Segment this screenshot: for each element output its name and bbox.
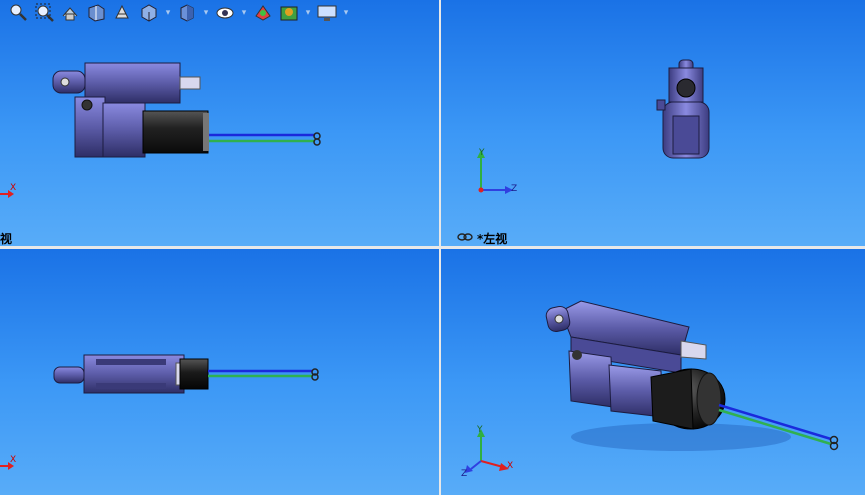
triad-x-label: X: [10, 455, 17, 465]
dropdown-arrow-icon[interactable]: ▾: [164, 8, 172, 18]
dropdown-arrow-icon[interactable]: ▾: [240, 8, 248, 18]
display-style-icon[interactable]: [176, 2, 198, 24]
actuator-model-isometric-view[interactable]: [541, 297, 846, 457]
view-orientation-icon[interactable]: [138, 2, 160, 24]
triad-x-label: X: [507, 461, 514, 471]
triad-isometric: [463, 429, 513, 479]
previous-view-icon[interactable]: [60, 2, 82, 24]
actuator-model-left-view[interactable]: [653, 58, 723, 162]
zoom-to-area-icon[interactable]: [34, 2, 56, 24]
view-name-label: *左视: [477, 232, 508, 246]
section-view-icon[interactable]: [86, 2, 108, 24]
actuator-model-top-view[interactable]: [50, 349, 330, 399]
edit-appearance-icon[interactable]: [252, 2, 274, 24]
zoom-to-fit-icon[interactable]: [8, 2, 30, 24]
dropdown-arrow-icon[interactable]: ▾: [202, 8, 210, 18]
triad-x-label: X: [10, 183, 17, 193]
triad-y-label: Y: [479, 148, 485, 158]
view-name-label: 视: [0, 232, 13, 246]
triad-z-label: Z: [511, 184, 518, 194]
view-link-icon[interactable]: [457, 232, 473, 242]
viewport-bottom-left[interactable]: X: [0, 249, 439, 495]
viewport-horizontal-splitter[interactable]: [0, 246, 865, 249]
view-settings-icon[interactable]: [316, 2, 338, 24]
dynamic-annotation-icon[interactable]: [112, 2, 134, 24]
heads-up-view-toolbar: ▾ ▾ ▾ ▾ ▾: [8, 2, 350, 24]
actuator-model-front-view[interactable]: [45, 55, 335, 165]
triad-z-label: Z: [461, 469, 468, 479]
viewport-top-right[interactable]: Y Z *左视: [441, 0, 865, 246]
viewport-top-left[interactable]: ▾ ▾ ▾ ▾ ▾ X 视: [0, 0, 439, 246]
viewport-bottom-right[interactable]: Y X Z: [441, 249, 865, 495]
triad-y-label: Y: [477, 425, 483, 435]
dropdown-arrow-icon[interactable]: ▾: [342, 8, 350, 18]
dropdown-arrow-icon[interactable]: ▾: [304, 8, 312, 18]
apply-scene-icon[interactable]: [278, 2, 300, 24]
hide-show-items-icon[interactable]: [214, 2, 236, 24]
